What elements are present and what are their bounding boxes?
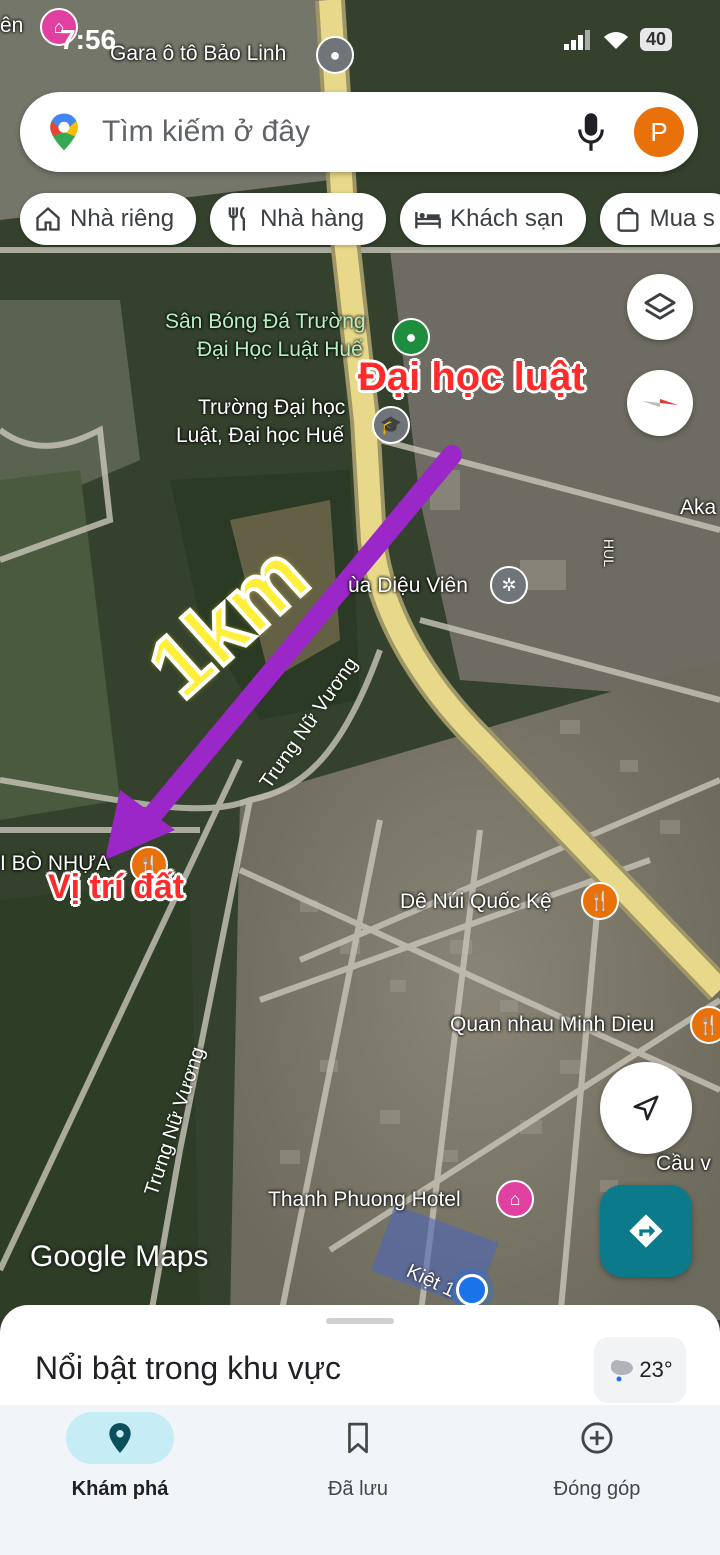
map-label-hotel[interactable]: Thanh Phuong Hotel — [268, 1188, 461, 1212]
sheet-title: Nổi bật trong khu vực — [35, 1350, 342, 1386]
map-label-hul: HUL — [601, 538, 618, 568]
map-label-san-bong-1[interactable]: Sân Bóng Đá Trường — [165, 310, 366, 334]
wifi-icon — [603, 31, 628, 49]
map-label-gara[interactable]: Gara ô tô Bảo Linh — [110, 42, 286, 66]
current-location-dot — [456, 1274, 488, 1306]
chip-hotel[interactable]: Khách sạn — [400, 193, 586, 245]
annotation-vi-tri-dat: Vị trí đất — [48, 868, 185, 906]
map-label-truong-2[interactable]: Luật, Đại học Huế — [176, 424, 344, 448]
annotation-dai-hoc-luat: Đại học luật — [358, 355, 585, 399]
my-location-button[interactable] — [600, 1062, 692, 1154]
tab-label: Đóng góp — [553, 1478, 641, 1500]
layers-button[interactable] — [627, 274, 693, 340]
category-chips: Nhà riêng Nhà hàng Khách sạn Mua s — [20, 193, 720, 245]
tab-saved[interactable]: Đã lưu — [258, 1410, 458, 1501]
cloud-rain-icon — [611, 1360, 634, 1382]
google-maps-watermark: Google Maps — [30, 1240, 209, 1273]
hotel-poi-icon[interactable]: ⌂ — [496, 1180, 534, 1218]
stadium-poi-icon[interactable]: ● — [392, 318, 430, 356]
place-poi-icon[interactable]: ● — [316, 36, 354, 74]
chip-label: Nhà hàng — [260, 205, 365, 232]
map-label-cau[interactable]: Cầu v — [656, 1152, 711, 1176]
tab-label: Đã lưu — [327, 1478, 389, 1500]
chip-label: Nhà riêng — [70, 205, 175, 232]
map-label-top-left: ên — [0, 14, 24, 37]
chip-shopping[interactable]: Mua s — [599, 193, 720, 245]
restaurant-icon — [228, 206, 246, 231]
compass-button[interactable] — [627, 370, 693, 436]
chip-home[interactable]: Nhà riêng — [20, 193, 197, 245]
restaurant-poi-icon[interactable]: 🍴 — [581, 882, 619, 920]
weather-badge[interactable]: 23° — [594, 1337, 686, 1403]
navigation-arrow-icon — [633, 1095, 659, 1121]
restaurant-poi-icon[interactable]: 🍴 — [690, 1006, 720, 1044]
add-circle-icon — [581, 1422, 613, 1454]
directions-button[interactable] — [600, 1185, 692, 1277]
avatar[interactable]: P — [634, 107, 684, 157]
home-icon — [36, 206, 60, 231]
search-bar[interactable]: Tìm kiếm ở đây P — [20, 92, 698, 172]
battery-level: 40 — [639, 28, 672, 51]
sheet-drag-handle[interactable] — [326, 1318, 394, 1324]
temple-poi-icon[interactable]: ✲ — [490, 566, 528, 604]
temperature: 23° — [639, 1357, 673, 1382]
map-label-quan-nhau[interactable]: Quan nhau Minh Dieu — [450, 1013, 654, 1037]
status-time: 7:56 — [60, 24, 117, 55]
chip-restaurant[interactable]: Nhà hàng — [210, 193, 387, 245]
map-label-chua[interactable]: ùa Diệu Viên — [348, 574, 468, 598]
tab-contribute[interactable]: Đóng góp — [497, 1410, 697, 1501]
map-label-de-nui[interactable]: Dê Núi Quốc Kệ — [400, 890, 552, 914]
tab-explore-indicator — [66, 1412, 174, 1464]
chip-label: Khách sạn — [450, 205, 564, 232]
hotel-icon — [415, 212, 441, 229]
google-maps-pin-icon — [50, 113, 78, 151]
status-icons: 40 — [563, 28, 672, 51]
chip-label: Mua s — [649, 205, 715, 232]
bookmark-icon — [348, 1422, 368, 1454]
explore-pin-icon — [109, 1423, 131, 1453]
map-label-truong-1[interactable]: Trường Đại học — [198, 396, 345, 420]
map-label-aka[interactable]: Aka — [680, 496, 716, 520]
microphone-icon[interactable] — [576, 112, 606, 152]
search-input[interactable]: Tìm kiếm ở đây — [102, 115, 576, 149]
map-label-san-bong-2[interactable]: Đại Học Luật Huế — [197, 338, 363, 362]
tab-label: Khám phá — [71, 1478, 169, 1500]
tab-explore[interactable]: Khám phá — [20, 1410, 220, 1501]
layers-icon — [644, 292, 676, 320]
tab-saved-indicator — [304, 1412, 412, 1464]
shopping-bag-icon — [617, 207, 639, 232]
school-poi-icon[interactable]: 🎓 — [372, 406, 410, 444]
directions-icon — [629, 1214, 663, 1248]
signal-icon — [563, 29, 590, 50]
compass-icon — [642, 399, 678, 407]
tab-contribute-indicator — [543, 1412, 651, 1464]
